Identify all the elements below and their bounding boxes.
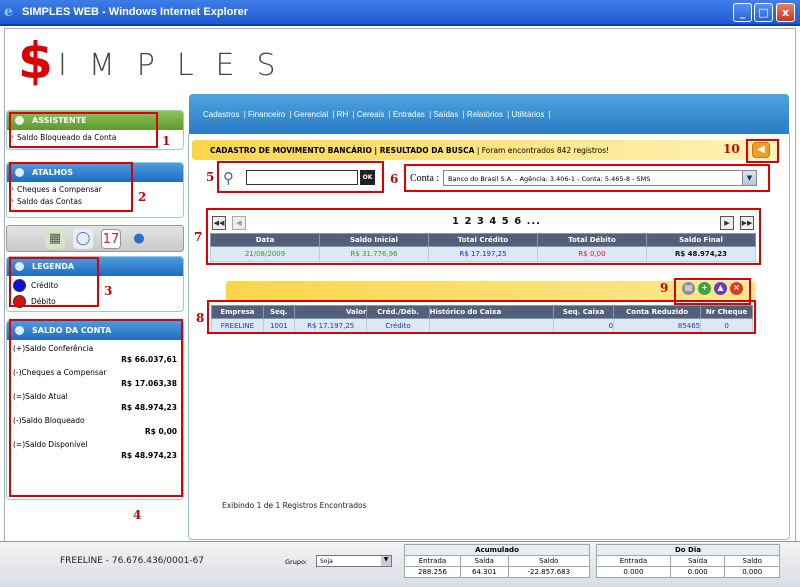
calendar-icon[interactable]: 17 [101, 229, 121, 249]
annotation-box-6 [404, 164, 770, 192]
dodia-header: Saldo [724, 555, 780, 567]
menu-item-gerencial[interactable]: Gerencial [294, 110, 328, 119]
quick-icons-bar: ▦ ◯ 17 ● [6, 225, 184, 252]
dodia-saldo: 0.000 [724, 566, 780, 578]
annotation-10: 10 [723, 142, 740, 156]
page-title: CADASTRO DE MOVIMENTO BANCÁRIO | RESULTA… [210, 146, 609, 155]
annotation-box-8 [207, 300, 756, 334]
acumulado-table: Acumulado Entrada Saída Saldo 288.256 64… [404, 544, 591, 578]
annotation-4: 4 [133, 508, 142, 522]
chat-icon[interactable]: ◯ [73, 229, 93, 249]
user-icon[interactable]: ● [129, 229, 149, 249]
dodia-header: Saída [669, 555, 726, 567]
annotation-box-3 [9, 257, 99, 307]
menu-item-relatorios[interactable]: Relatórios [467, 110, 503, 119]
acumulado-header: Saldo [507, 555, 591, 567]
annotation-6: 6 [390, 172, 399, 186]
logo-dollar: $ [18, 32, 53, 90]
records-footer: Exibindo 1 de 1 Registros Encontrados [222, 501, 367, 510]
window-title: SIMPLES WEB - Windows Internet Explorer [22, 6, 249, 18]
annotation-box-7 [206, 208, 761, 265]
menu-item-entradas[interactable]: Entradas [393, 110, 425, 119]
annotation-box-5 [217, 161, 384, 193]
menu-item-rh[interactable]: RH [337, 110, 349, 119]
annotation-box-10 [746, 139, 779, 163]
annotation-box-2 [9, 162, 133, 212]
annotation-box-9 [674, 278, 751, 305]
acumulado-saida: 64.301 [459, 566, 509, 578]
acumulado-title: Acumulado [404, 544, 590, 556]
dodia-header: Entrada [596, 555, 671, 567]
annotation-7: 7 [194, 230, 203, 244]
annotation-box-1 [9, 112, 158, 148]
menu-item-utilitarios[interactable]: Utilitários [511, 110, 544, 119]
annotation-8: 8 [196, 311, 205, 325]
grupo-select[interactable]: Soja ▼ [316, 555, 392, 567]
top-menu: Cadastros | Financeiro | Gerencial | RH … [189, 94, 789, 134]
dodia-entrada: 0.000 [596, 566, 671, 578]
ie-logo-icon: e [4, 4, 13, 20]
annotation-1: 1 [162, 134, 171, 148]
window-titlebar: e SIMPLES WEB - Windows Internet Explore… [0, 0, 800, 26]
logo-text: IMPLES [58, 48, 298, 83]
company-info: FREELINE - 76.676.436/0001-67 [60, 556, 205, 566]
page-header-bar: CADASTRO DE MOVIMENTO BANCÁRIO | RESULTA… [192, 140, 780, 160]
grupo-label: Grupo: [285, 558, 308, 566]
minimize-button[interactable]: _ [733, 3, 752, 22]
close-button[interactable]: x [776, 3, 795, 22]
annotation-3: 3 [104, 284, 113, 298]
main-content [188, 134, 790, 540]
menu-item-saidas[interactable]: Saídas [433, 110, 458, 119]
chevron-down-icon[interactable]: ▼ [381, 556, 391, 566]
annotation-box-4 [9, 319, 183, 497]
annotation-5: 5 [206, 170, 215, 184]
menu-item-cadastros[interactable]: Cadastros [203, 110, 239, 119]
dodia-table: Do Dia Entrada Saída Saldo 0.000 0.000 0… [596, 544, 780, 578]
calculator-icon[interactable]: ▦ [45, 229, 65, 249]
dodia-title: Do Dia [596, 544, 780, 556]
annotation-2: 2 [138, 190, 147, 204]
acumulado-entrada: 288.256 [404, 566, 461, 578]
maximize-button[interactable]: □ [754, 3, 773, 22]
dodia-saida: 0.000 [669, 566, 726, 578]
page-title-text: CADASTRO DE MOVIMENTO BANCÁRIO | RESULTA… [210, 146, 475, 155]
grupo-selected-value: Soja [320, 558, 333, 565]
menu-item-financeiro[interactable]: Financeiro [248, 110, 285, 119]
acumulado-saldo: -22.857.683 [507, 566, 591, 578]
menu-item-cereais[interactable]: Cereais [357, 110, 385, 119]
records-count: | Foram encontrados 842 registros! [476, 146, 610, 155]
acumulado-header: Saída [459, 555, 509, 567]
acumulado-header: Entrada [404, 555, 461, 567]
menu-items: Cadastros | Financeiro | Gerencial | RH … [203, 110, 551, 119]
annotation-9: 9 [660, 281, 669, 295]
